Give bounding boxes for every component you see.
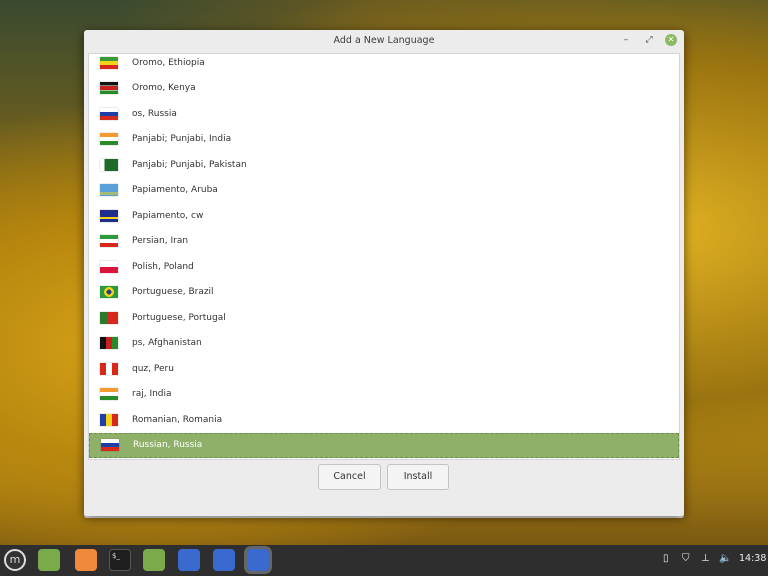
add-language-dialog: Add a New Language – ⤢ ✕ Oromo, Ethiopia… xyxy=(84,30,684,516)
cancel-button[interactable]: Cancel xyxy=(318,464,381,490)
language-row[interactable]: Persian, Iran xyxy=(89,229,679,255)
language-row[interactable]: os, Russia xyxy=(89,101,679,127)
flag-icon xyxy=(100,337,118,350)
language-label: Romanian, Romania xyxy=(132,414,223,425)
close-button[interactable]: ✕ xyxy=(665,34,677,46)
firefox-icon[interactable] xyxy=(75,549,97,571)
language-label: quz, Peru xyxy=(132,363,174,374)
flag-icon xyxy=(100,133,118,146)
language-row[interactable]: Polish, Poland xyxy=(89,254,679,280)
language-label: Panjabi; Punjabi, Pakistan xyxy=(132,159,247,170)
language-app-icon[interactable] xyxy=(213,549,235,571)
flag-icon xyxy=(100,184,118,197)
language-label: Oromo, Ethiopia xyxy=(132,57,205,68)
flag-icon xyxy=(100,260,118,273)
terminal-icon[interactable]: $_ xyxy=(109,549,131,571)
language-row[interactable]: ps, Afghanistan xyxy=(89,331,679,357)
language-row[interactable]: Panjabi; Punjabi, Pakistan xyxy=(89,152,679,178)
taskbar: m $_ ▯ ⛉ ⊥ 🔈 14:38 xyxy=(0,545,768,576)
language-label: Persian, Iran xyxy=(132,236,189,247)
files-icon[interactable] xyxy=(143,549,165,571)
language-row[interactable]: Papiamento, Aruba xyxy=(89,178,679,204)
title-bar[interactable]: Add a New Language – ⤢ ✕ xyxy=(84,30,684,51)
network-icon[interactable]: ⊥ xyxy=(701,553,710,564)
language-row[interactable]: Papiamento, cw xyxy=(89,203,679,229)
flag-icon xyxy=(100,209,118,222)
language-label: Panjabi; Punjabi, India xyxy=(132,134,232,145)
flag-icon xyxy=(100,413,118,426)
language-row[interactable]: Portuguese, Brazil xyxy=(89,280,679,306)
language-row[interactable]: Portuguese, Portugal xyxy=(89,305,679,331)
language-label: Russian, Russia xyxy=(133,440,203,451)
flag-icon xyxy=(100,158,118,171)
minimize-button[interactable]: – xyxy=(620,34,632,46)
language-label: Oromo, Kenya xyxy=(132,83,196,94)
language-label: Papiamento, Aruba xyxy=(132,185,218,196)
flag-icon xyxy=(100,235,118,248)
flag-icon xyxy=(100,286,118,299)
language-app-icon[interactable] xyxy=(178,549,200,571)
flag-icon xyxy=(100,56,118,69)
language-label: Portuguese, Brazil xyxy=(132,287,214,298)
flag-icon xyxy=(100,82,118,95)
mint-menu-icon[interactable]: m xyxy=(4,549,26,571)
install-button[interactable]: Install xyxy=(387,464,449,490)
language-label: os, Russia xyxy=(132,108,177,119)
language-label: ps, Afghanistan xyxy=(132,338,202,349)
language-row[interactable]: Oromo, Kenya xyxy=(89,76,679,102)
show-desktop-icon[interactable] xyxy=(38,549,60,571)
language-label: Polish, Poland xyxy=(132,261,194,272)
language-label: Portuguese, Portugal xyxy=(132,312,226,323)
language-row[interactable]: Panjabi; Punjabi, India xyxy=(89,127,679,153)
flag-icon xyxy=(100,107,118,120)
language-row[interactable]: quz, Peru xyxy=(89,356,679,382)
language-row[interactable]: Oromo, Ethiopia xyxy=(89,54,679,76)
flag-icon xyxy=(100,388,118,401)
flag-icon xyxy=(100,311,118,324)
language-list[interactable]: Oromo, Ethiopia Oromo, Kenya os, Russia Pan… xyxy=(88,53,680,460)
shield-icon[interactable]: ⛉ xyxy=(682,553,690,564)
language-row[interactable]: raj, India xyxy=(89,382,679,408)
language-row[interactable]: Romanian, Romania xyxy=(89,407,679,433)
language-app-icon-active[interactable] xyxy=(244,546,272,574)
language-label: raj, India xyxy=(132,389,172,400)
flag-icon xyxy=(101,439,119,452)
flag-icon xyxy=(100,362,118,375)
volume-icon[interactable]: 🔈 xyxy=(719,553,731,564)
language-label: Papiamento, cw xyxy=(132,210,204,221)
maximize-button[interactable]: ⤢ xyxy=(643,34,655,46)
dialog-title: Add a New Language xyxy=(333,35,435,46)
clipboard-icon[interactable]: ▯ xyxy=(663,553,669,564)
clock[interactable]: 14:38 xyxy=(739,553,766,564)
language-row[interactable]: Russian, Russia xyxy=(89,432,679,458)
